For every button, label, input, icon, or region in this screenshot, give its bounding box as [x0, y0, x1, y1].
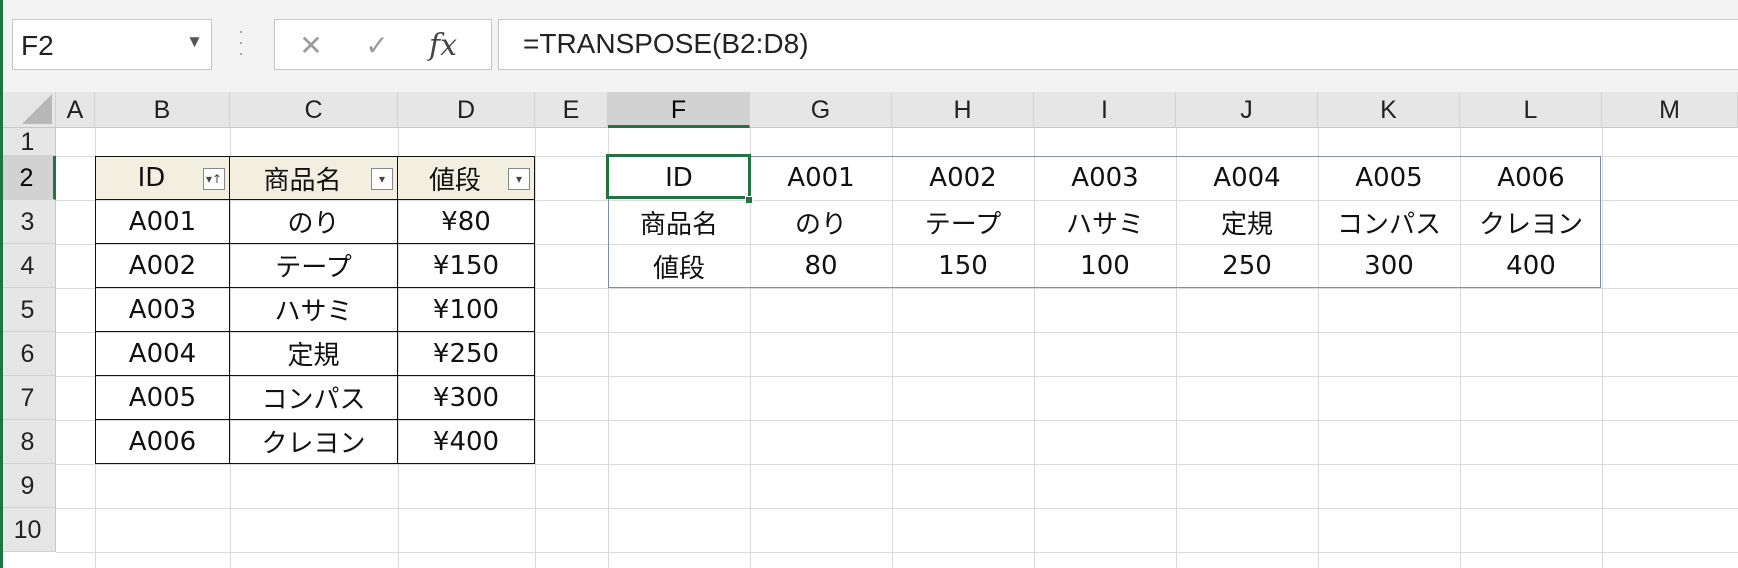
table-header-cell[interactable]: ID ▾↑ [95, 156, 230, 200]
fill-handle[interactable] [745, 196, 753, 204]
row-header-3[interactable]: 3 [0, 200, 56, 244]
table-cell[interactable]: A006 [95, 420, 230, 464]
transposed-cell[interactable]: A006 [1460, 156, 1602, 200]
table-cell[interactable]: クレヨン [230, 420, 398, 464]
row-header-6[interactable]: 6 [0, 332, 56, 376]
column-header-c[interactable]: C [230, 92, 398, 128]
table-cell[interactable]: ¥100 [398, 288, 535, 332]
transposed-cell[interactable]: A005 [1318, 156, 1460, 200]
table-cell[interactable]: ¥300 [398, 376, 535, 420]
table-header-cell[interactable]: 値段 ▾ [398, 156, 535, 200]
column-header-b[interactable]: B [95, 92, 230, 128]
formula-button-group: ✕ ✓ fx [274, 19, 492, 70]
transposed-cell[interactable]: A004 [1176, 156, 1318, 200]
transposed-cell[interactable]: 250 [1176, 244, 1318, 288]
transposed-cell[interactable]: のり [750, 200, 892, 244]
transposed-cell[interactable]: テープ [892, 200, 1034, 244]
insert-function-icon[interactable]: fx [421, 26, 465, 64]
transposed-cell[interactable]: ハサミ [1034, 200, 1176, 244]
table-cell[interactable]: テープ [230, 244, 398, 288]
window-left-accent [0, 0, 3, 568]
column-header-f[interactable]: F [608, 92, 750, 128]
table-cell[interactable]: ¥250 [398, 332, 535, 376]
transposed-cell[interactable]: 100 [1034, 244, 1176, 288]
column-header-l[interactable]: L [1460, 92, 1602, 128]
row-header-7[interactable]: 7 [0, 376, 56, 420]
row-header-4[interactable]: 4 [0, 244, 56, 288]
column-header-h[interactable]: H [892, 92, 1034, 128]
filter-dropdown-icon[interactable]: ▾ [371, 168, 393, 190]
transposed-cell[interactable]: 150 [892, 244, 1034, 288]
table-cell[interactable]: A002 [95, 244, 230, 288]
name-box-value: F2 [21, 30, 54, 61]
formula-bar: F2 ▼ · · · ✕ ✓ fx =TRANSPOSE(B2:D8) [0, 0, 1738, 84]
table-cell[interactable]: A003 [95, 288, 230, 332]
column-header-m[interactable]: M [1602, 92, 1738, 128]
cancel-icon[interactable]: ✕ [289, 26, 333, 64]
column-header-g[interactable]: G [750, 92, 892, 128]
transposed-cell[interactable]: コンパス [1318, 200, 1460, 244]
table-cell[interactable]: A001 [95, 200, 230, 244]
column-header-d[interactable]: D [398, 92, 535, 128]
row-header-10[interactable]: 10 [0, 508, 56, 552]
gridline-horizontal [56, 508, 1738, 509]
gridline-horizontal [56, 552, 1738, 553]
gridline-horizontal [56, 464, 1738, 465]
column-header-e[interactable]: E [535, 92, 608, 128]
column-header-j[interactable]: J [1176, 92, 1318, 128]
transposed-cell[interactable]: 400 [1460, 244, 1602, 288]
transposed-cell[interactable]: 300 [1318, 244, 1460, 288]
transposed-cell[interactable]: 80 [750, 244, 892, 288]
gridline-vertical [1602, 128, 1603, 568]
row-header-8[interactable]: 8 [0, 420, 56, 464]
name-box[interactable]: F2 ▼ [12, 19, 212, 70]
table-cell[interactable]: のり [230, 200, 398, 244]
name-box-dropdown-icon[interactable]: ▼ [186, 32, 203, 52]
table-cell[interactable]: ¥400 [398, 420, 535, 464]
gridline-vertical [535, 128, 536, 568]
column-header-a[interactable]: A [56, 92, 95, 128]
table-cell[interactable]: ¥150 [398, 244, 535, 288]
table-cell[interactable]: ハサミ [230, 288, 398, 332]
transposed-cell[interactable]: A003 [1034, 156, 1176, 200]
table-cell[interactable]: A004 [95, 332, 230, 376]
transposed-cell[interactable]: ID [608, 156, 750, 200]
transposed-cell[interactable]: 商品名 [608, 200, 750, 244]
select-all-triangle-icon [22, 94, 52, 124]
formula-bar-splitter-handle[interactable]: · · · [236, 22, 246, 62]
filter-dropdown-icon[interactable]: ▾ [508, 168, 530, 190]
transposed-cell[interactable]: A002 [892, 156, 1034, 200]
worksheet-grid[interactable]: ABCDEFGHIJKLM 1 2 3 4 5 6 7 8 9 10 ID ▾↑ 商品名 ▾ 値段 ▾ A00… [0, 92, 1738, 568]
row-header-5[interactable]: 5 [0, 288, 56, 332]
filter-sort-dropdown-icon[interactable]: ▾↑ [203, 168, 225, 190]
column-header-k[interactable]: K [1318, 92, 1460, 128]
row-header-2[interactable]: 2 [0, 156, 56, 200]
transposed-cell[interactable]: A001 [750, 156, 892, 200]
select-all-corner[interactable] [0, 92, 56, 128]
column-header-i[interactable]: I [1034, 92, 1176, 128]
transposed-cell[interactable]: クレヨン [1460, 200, 1602, 244]
table-cell[interactable]: コンパス [230, 376, 398, 420]
transposed-cell[interactable]: 値段 [608, 244, 750, 288]
row-header-1[interactable]: 1 [0, 128, 56, 156]
table-header-cell[interactable]: 商品名 ▾ [230, 156, 398, 200]
table-cell[interactable]: A005 [95, 376, 230, 420]
row-header-9[interactable]: 9 [0, 464, 56, 508]
enter-check-icon[interactable]: ✓ [355, 26, 399, 64]
table-cell[interactable]: ¥80 [398, 200, 535, 244]
table-cell[interactable]: 定規 [230, 332, 398, 376]
formula-input[interactable]: =TRANSPOSE(B2:D8) [498, 19, 1738, 70]
transposed-cell[interactable]: 定規 [1176, 200, 1318, 244]
